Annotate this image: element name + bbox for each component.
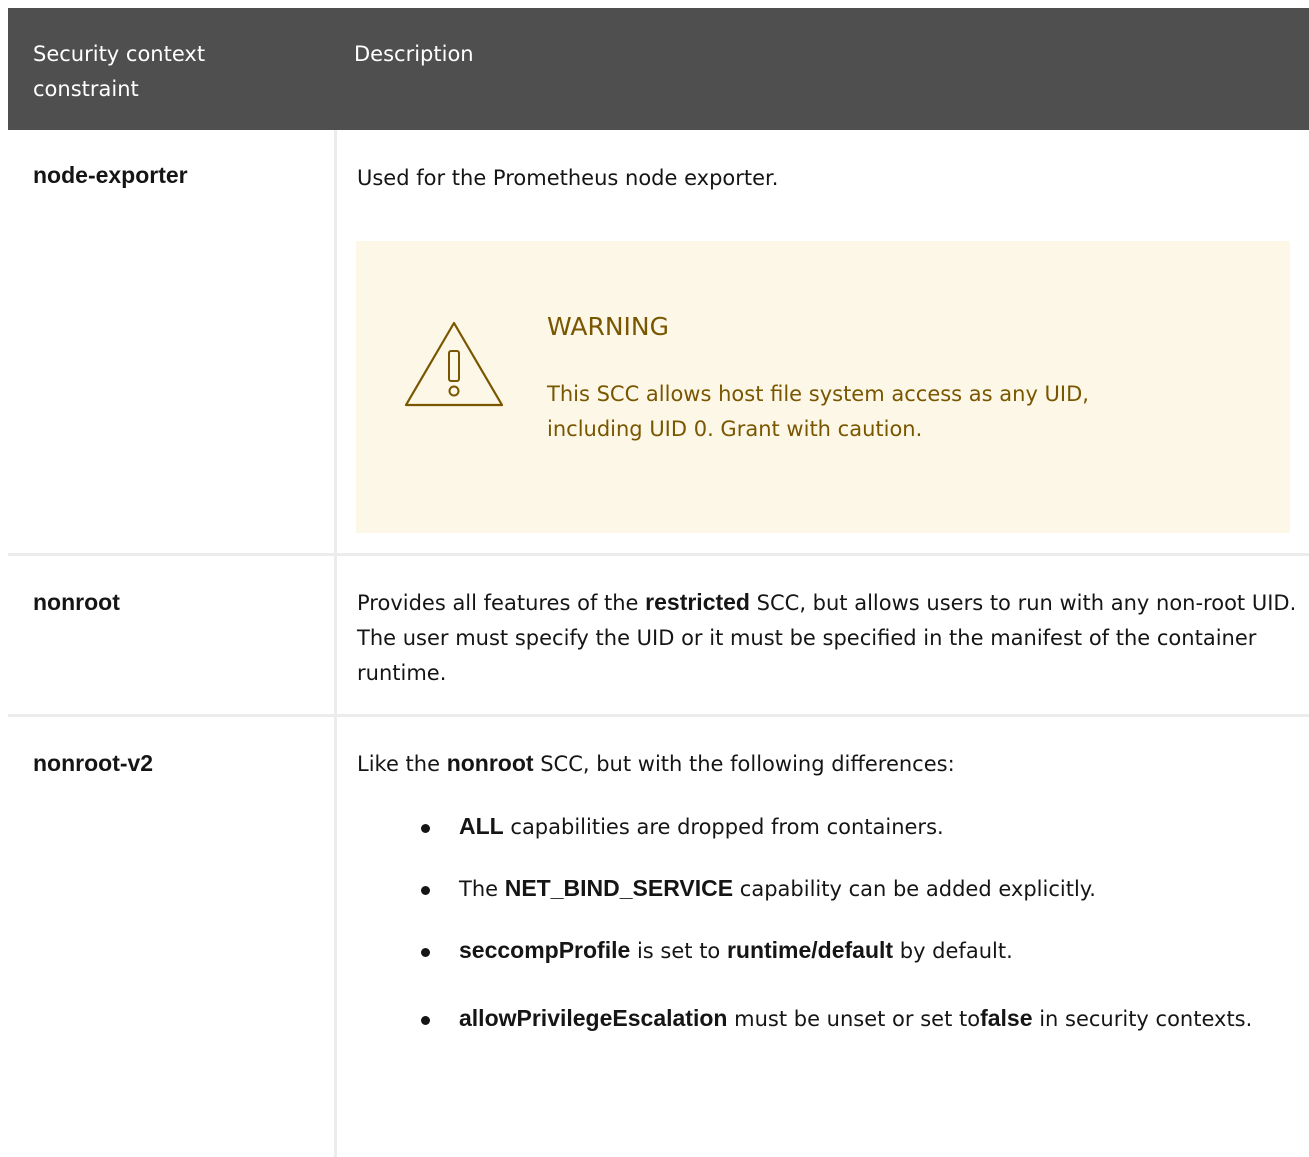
scc-description-nonroot: Provides all features of the restricted … [357, 585, 1307, 691]
scc-name-nonroot: nonroot [33, 589, 120, 615]
table-header: Security context constraint Description [8, 8, 1309, 130]
bold-term: runtime/default [726, 937, 894, 963]
text: by default. [893, 939, 1013, 963]
bullet-icon [421, 1016, 430, 1025]
desc-text: Provides all features of the [357, 591, 646, 615]
list-item-text: seccompProfile is set to runtime/default… [459, 933, 1279, 969]
header-security-context-constraint: Security context constraint [33, 42, 206, 101]
header-description: Description [354, 42, 474, 66]
text: is set to [630, 939, 727, 963]
list-item-text: The NET_BIND_SERVICE capability can be a… [459, 871, 1279, 907]
desc-text: Like the [357, 752, 447, 776]
scc-description-nonroot-v2: Like the nonroot SCC, but with the follo… [357, 746, 1307, 782]
scc-description-node-exporter: Used for the Prometheus node exporter. [357, 166, 779, 190]
text: must be unset or set to [727, 1007, 981, 1031]
warning-text: This SCC allows host file system access … [547, 382, 1089, 441]
desc-text: SCC, but with the following differences: [533, 752, 955, 776]
bullet-icon [421, 824, 430, 833]
row-divider [8, 714, 1309, 717]
bold-term: false [980, 1005, 1033, 1031]
row-divider [8, 553, 1309, 556]
scc-name-nonroot-v2: nonroot-v2 [33, 750, 154, 776]
warning-triangle-icon [404, 321, 504, 407]
bold-term: ALL [459, 813, 504, 839]
column-divider [334, 130, 337, 1157]
text: capability can be added explicitly. [733, 877, 1096, 901]
bold-term: seccompProfile [459, 937, 631, 963]
text: in security contexts. [1032, 1007, 1253, 1031]
desc-bold-term: restricted [645, 589, 750, 615]
list-item-text: ALL capabilities are dropped from contai… [459, 809, 1279, 845]
bullet-icon [421, 948, 430, 957]
bullet-icon [421, 886, 430, 895]
scc-table: Security context constraint Description … [8, 8, 1309, 1157]
text: capabilities are dropped from containers… [503, 815, 944, 839]
warning-admonition: WARNING This SCC allows host file system… [356, 241, 1290, 533]
desc-bold-term: nonroot [446, 750, 534, 776]
bold-term: NET_BIND_SERVICE [504, 875, 734, 901]
text: The [459, 877, 505, 901]
warning-title: WARNING [547, 312, 669, 341]
scc-name-node-exporter: node-exporter [33, 162, 188, 188]
bold-term: allowPrivilegeEscalation [459, 1005, 728, 1031]
list-item-text: allowPrivilegeEscalation must be unset o… [459, 1001, 1279, 1037]
